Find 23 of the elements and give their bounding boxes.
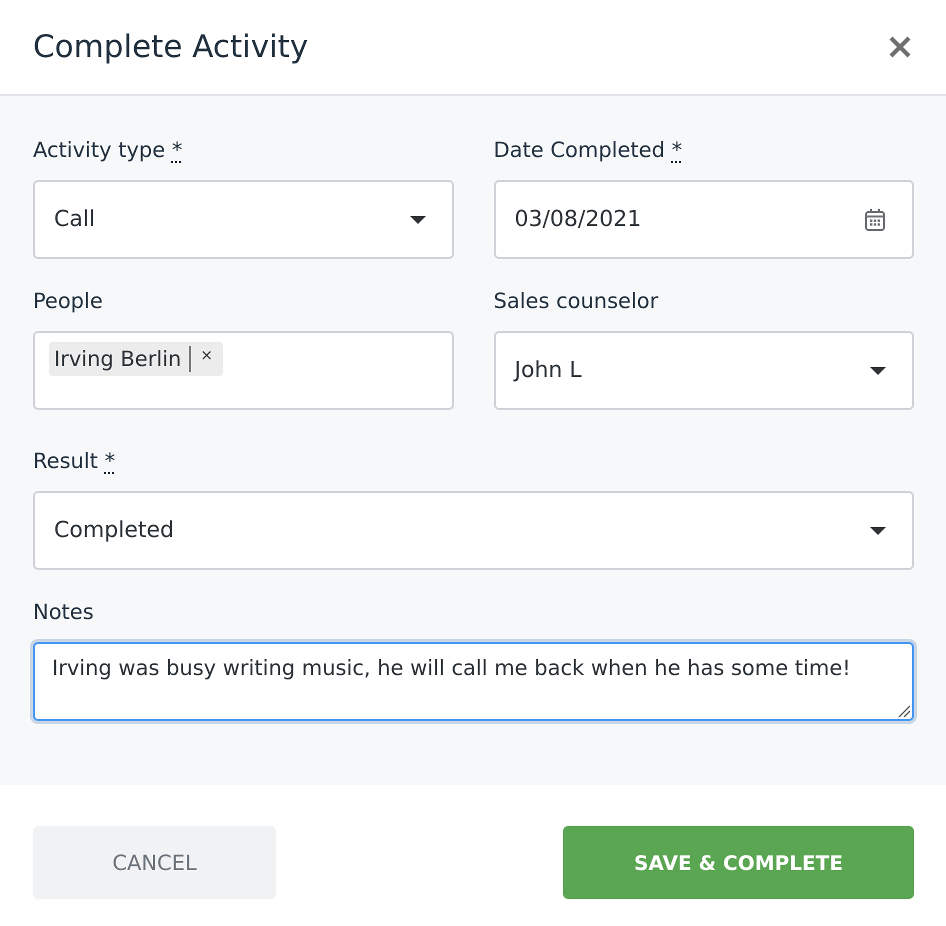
cancel-button[interactable]: CANCEL	[33, 826, 276, 899]
caret-icon	[410, 216, 426, 224]
field-label: Activity type *	[33, 137, 182, 163]
notes-field[interactable]: Irving was busy writing music, he will call me back when he has some time!	[33, 642, 914, 721]
close-icon	[889, 36, 911, 58]
remove-tag-button[interactable]: ×	[189, 346, 222, 372]
date-field[interactable]: 03/08/2021	[494, 180, 914, 259]
field-label: Date Completed *	[494, 137, 682, 163]
close-button[interactable]	[889, 36, 911, 58]
tag-input-field[interactable]: Irving Berlin ×	[33, 331, 454, 410]
tag-label: Irving Berlin	[54, 347, 182, 371]
field-label: Notes	[33, 599, 94, 625]
caret-icon	[870, 526, 886, 534]
select-field[interactable]: Completed	[33, 491, 914, 570]
field-label: People	[33, 288, 103, 314]
dialog-title: Complete Activity	[33, 28, 308, 66]
select-field[interactable]: John L	[494, 331, 914, 410]
select-field[interactable]: Call	[33, 180, 454, 259]
field-label: Sales counselor	[494, 288, 658, 314]
resize-handle-icon	[898, 705, 910, 717]
caret-icon	[870, 366, 886, 374]
field-label: Result *	[33, 448, 116, 474]
calendar-icon	[865, 208, 885, 230]
